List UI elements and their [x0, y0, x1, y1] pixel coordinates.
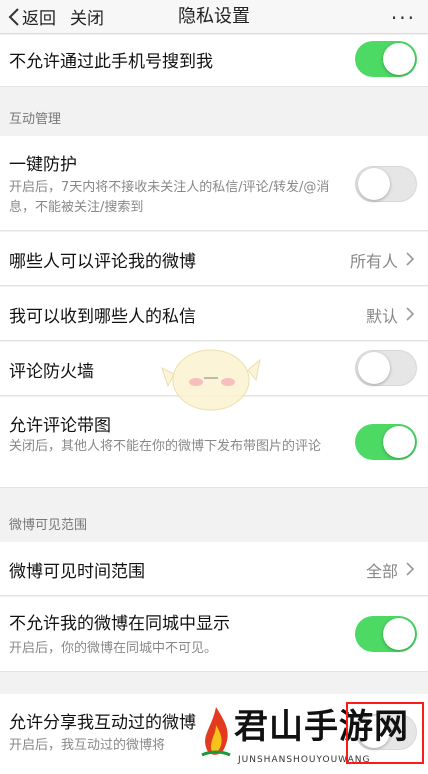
setting-description: 开启后，你的微博在同城中不可见。	[9, 641, 218, 656]
chevron-right-icon	[406, 307, 415, 321]
setting-title: 微博可见时间范围	[9, 562, 145, 582]
toggle-comment-firewall[interactable]	[355, 350, 417, 386]
toggle-allow-comment-images[interactable]	[355, 424, 417, 460]
setting-value: 全部	[365, 562, 398, 581]
chevron-left-icon	[8, 7, 19, 26]
setting-title: 允许评论带图	[9, 416, 111, 436]
more-button[interactable]: ···	[391, 6, 416, 30]
setting-value: 默认	[365, 307, 398, 326]
setting-row-who-can-message[interactable]: 我可以收到哪些人的私信 默认	[0, 287, 428, 341]
highlight-box	[346, 702, 424, 764]
setting-title: 不允许通过此手机号搜到我	[9, 52, 213, 72]
toggle-knob	[383, 618, 415, 650]
setting-description: 关闭后，其他人将不能在你的微博下发布带图片的评论	[9, 439, 322, 454]
back-button[interactable]: 返回	[8, 4, 56, 29]
setting-row-hide-in-city: 不允许我的微博在同城中显示 开启后，你的微博在同城中不可见。	[0, 597, 428, 672]
toggle-hide-in-city[interactable]	[355, 616, 417, 652]
back-label: 返回	[22, 9, 56, 29]
setting-row-one-key-protect: 一键防护 开启后，7天内将不接收未关注人的私信/评论/转发/@消息，不能被关注/…	[0, 136, 428, 231]
section-header-interaction: 互动管理	[9, 112, 62, 127]
toggle-search-by-phone[interactable]	[355, 41, 417, 77]
flame-logo-icon	[201, 707, 231, 757]
toggle-one-key-protect[interactable]	[355, 166, 417, 202]
setting-title: 一键防护	[9, 155, 77, 175]
setting-value: 所有人	[349, 252, 398, 271]
page-title: 隐私设置	[178, 6, 250, 27]
close-button[interactable]: 关闭	[70, 4, 104, 29]
setting-title: 不允许我的微博在同城中显示	[9, 614, 230, 634]
toggle-knob	[358, 352, 390, 384]
setting-row-visible-time-range[interactable]: 微博可见时间范围 全部	[0, 542, 428, 596]
setting-title: 允许分享我互动过的微博	[9, 713, 196, 733]
setting-row-search-by-phone: 不允许通过此手机号搜到我	[0, 35, 428, 87]
chevron-right-icon	[406, 252, 415, 266]
setting-title: 我可以收到哪些人的私信	[9, 307, 196, 327]
toggle-knob	[358, 168, 390, 200]
setting-title: 评论防火墙	[9, 362, 94, 382]
toggle-knob	[383, 43, 415, 75]
setting-title: 哪些人可以评论我的微博	[9, 252, 196, 272]
chevron-right-icon	[406, 562, 415, 576]
mascot-watermark-icon	[161, 349, 261, 411]
section-header-visibility: 微博可见范围	[9, 518, 88, 533]
setting-description: 开启后，7天内将不接收未关注人的私信/评论/转发/@消息，不能被关注/搜索到	[9, 180, 330, 215]
navigation-bar: 返回 关闭 隐私设置 ···	[0, 0, 428, 34]
toggle-knob	[383, 426, 415, 458]
setting-row-who-can-comment[interactable]: 哪些人可以评论我的微博 所有人	[0, 232, 428, 286]
